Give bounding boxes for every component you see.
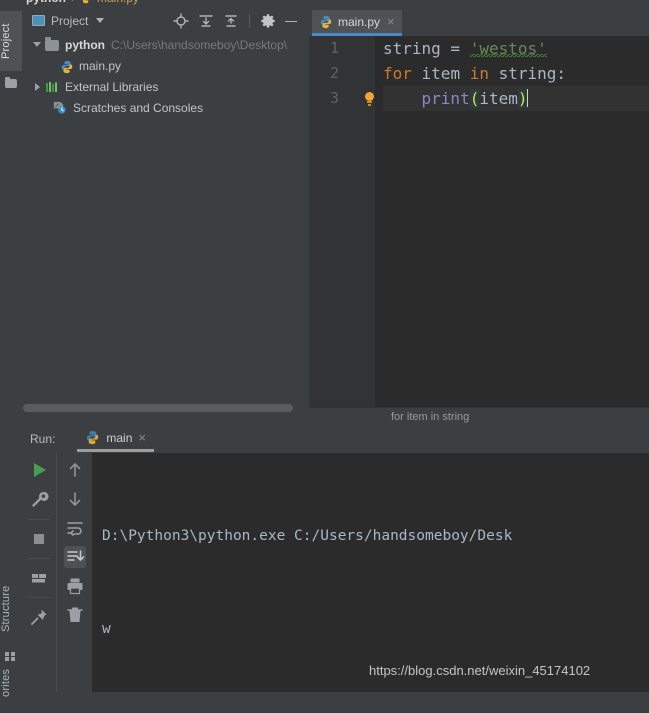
tree-row-scratches[interactable]: Scratches and Consoles bbox=[22, 97, 309, 118]
console-output[interactable]: D:\Python3\python.exe C:/Users/handsomeb… bbox=[92, 453, 649, 692]
tree-item-path: C:\Users\handsomeboy\Desktop\ bbox=[111, 37, 288, 52]
python-config-icon bbox=[85, 430, 100, 445]
up-arrow-icon[interactable] bbox=[64, 459, 86, 481]
line-number: 2 bbox=[329, 64, 339, 82]
console-line: D:\Python3\python.exe C:/Users/handsomeb… bbox=[102, 528, 513, 544]
run-tab-label: main bbox=[106, 430, 133, 445]
gear-icon[interactable] bbox=[260, 13, 276, 29]
collapse-all-icon[interactable] bbox=[223, 13, 239, 29]
tree-row-external-libraries[interactable]: External Libraries bbox=[22, 76, 309, 97]
page-title: Project bbox=[51, 13, 89, 28]
breadcrumb-separator: › bbox=[71, 0, 75, 5]
editor-gutter[interactable]: 1 2 3 bbox=[309, 36, 375, 408]
project-title-group[interactable]: Project bbox=[26, 13, 105, 28]
print-icon[interactable] bbox=[64, 575, 86, 597]
sidebar-item-favorites[interactable]: orites bbox=[0, 653, 22, 713]
code-line-1: string = 'westos' bbox=[383, 36, 649, 61]
chevron-down-icon[interactable] bbox=[30, 42, 44, 47]
python-file-icon bbox=[80, 0, 92, 4]
code-token-paren-open: ( bbox=[469, 89, 480, 108]
pin-icon[interactable] bbox=[28, 606, 50, 628]
tab-label: main.py bbox=[338, 14, 381, 29]
pycharm-window: python › main.py Project Structure bbox=[0, 0, 649, 697]
code-token-loop-var: item bbox=[411, 64, 470, 83]
folder-icon bbox=[5, 77, 17, 91]
breadcrumb: python › main.py bbox=[0, 0, 649, 7]
code-line-3: print(item) bbox=[383, 86, 649, 111]
code-token-string: 'westos' bbox=[469, 39, 547, 58]
left-tool-strip: Project Structure orites bbox=[0, 7, 23, 697]
tree-item-label: External Libraries bbox=[65, 79, 159, 94]
trash-icon[interactable] bbox=[64, 604, 86, 626]
line-number: 3 bbox=[329, 89, 339, 107]
code-token-function: print bbox=[421, 89, 470, 108]
libraries-icon bbox=[44, 79, 60, 95]
line-number: 1 bbox=[329, 39, 339, 57]
editor-tab-bar: main.py × bbox=[309, 7, 649, 36]
chevron-down-icon[interactable] bbox=[96, 18, 105, 23]
run-button[interactable] bbox=[28, 459, 50, 481]
editor-area: main.py × 1 2 3 string = 'westos' for it… bbox=[309, 7, 649, 425]
code-token-keyword-for: for bbox=[383, 64, 412, 83]
breadcrumb-file[interactable]: main.py bbox=[97, 0, 139, 5]
project-toolbar: Project bbox=[22, 7, 309, 34]
run-panel: Run: main × D:\Python3\python.exe C:/Use… bbox=[22, 425, 649, 692]
toolbar-divider bbox=[28, 597, 50, 598]
locate-icon[interactable] bbox=[173, 12, 189, 29]
run-panel-label: Run: bbox=[30, 432, 56, 446]
code-content[interactable]: string = 'westos' for item in string: pr… bbox=[375, 36, 649, 408]
stop-button[interactable] bbox=[28, 528, 50, 550]
breadcrumb-project[interactable]: python bbox=[26, 0, 66, 5]
python-file-icon bbox=[58, 58, 74, 74]
run-toolbar-right bbox=[56, 453, 92, 692]
scrollbar-thumb[interactable] bbox=[23, 404, 293, 412]
tab-run-main[interactable]: main × bbox=[77, 426, 154, 452]
tree-row-python[interactable]: python C:\Users\handsomeboy\Desktop\ bbox=[22, 34, 309, 55]
tree-item-label: main.py bbox=[79, 58, 122, 73]
text-caret bbox=[526, 89, 528, 107]
project-window-icon bbox=[32, 15, 45, 26]
project-tree-horizontal-scrollbar[interactable] bbox=[22, 402, 309, 413]
code-token-variable: string bbox=[383, 39, 441, 58]
tab-main-py[interactable]: main.py × bbox=[312, 10, 402, 36]
run-toolbar-left bbox=[22, 453, 56, 692]
tree-row-main-py[interactable]: main.py bbox=[22, 55, 309, 76]
project-tree: python C:\Users\handsomeboy\Desktop\ mai… bbox=[22, 34, 309, 406]
down-arrow-icon[interactable] bbox=[64, 488, 86, 510]
editor-status-bar: for item in string bbox=[309, 407, 649, 425]
minimize-icon[interactable] bbox=[285, 13, 301, 29]
code-token-argument: item bbox=[479, 89, 518, 108]
toolbar-divider bbox=[28, 558, 50, 559]
code-token-iterable: string: bbox=[488, 64, 567, 83]
expand-all-icon[interactable] bbox=[198, 13, 214, 29]
python-file-icon bbox=[319, 15, 333, 29]
close-icon[interactable]: × bbox=[387, 15, 395, 28]
soft-wrap-icon[interactable] bbox=[64, 517, 86, 539]
watermark: https://blog.csdn.net/weixin_45174102 bbox=[369, 663, 591, 678]
code-token-keyword-in: in bbox=[469, 64, 489, 83]
layout-icon[interactable] bbox=[28, 567, 50, 589]
code-editor[interactable]: 1 2 3 string = 'westos' for item in stri… bbox=[309, 36, 649, 408]
scratches-icon bbox=[52, 100, 68, 116]
wrench-icon[interactable] bbox=[28, 489, 50, 511]
scroll-to-end-icon[interactable] bbox=[63, 546, 86, 568]
run-tab-bar: Run: main × bbox=[22, 425, 649, 453]
code-line-2: for item in string: bbox=[383, 61, 649, 86]
sidebar-item-project[interactable]: Project bbox=[0, 11, 22, 71]
console-line: w bbox=[102, 621, 111, 637]
code-token-operator: = bbox=[440, 39, 470, 58]
close-icon[interactable]: × bbox=[138, 431, 146, 444]
project-panel: Project python C:\Users\handsomeboy\Desk… bbox=[22, 7, 310, 425]
project-toolbar-actions bbox=[173, 12, 305, 29]
breadcrumb-status: for item in string bbox=[391, 410, 470, 423]
tree-item-label: python bbox=[65, 37, 105, 52]
folder-icon bbox=[44, 37, 60, 53]
toolbar-divider bbox=[28, 519, 50, 520]
sidebar-item-structure[interactable]: Structure bbox=[0, 573, 22, 645]
tree-item-label: Scratches and Consoles bbox=[73, 100, 204, 115]
chevron-right-icon[interactable] bbox=[30, 82, 44, 91]
toolbar-divider bbox=[249, 13, 250, 28]
